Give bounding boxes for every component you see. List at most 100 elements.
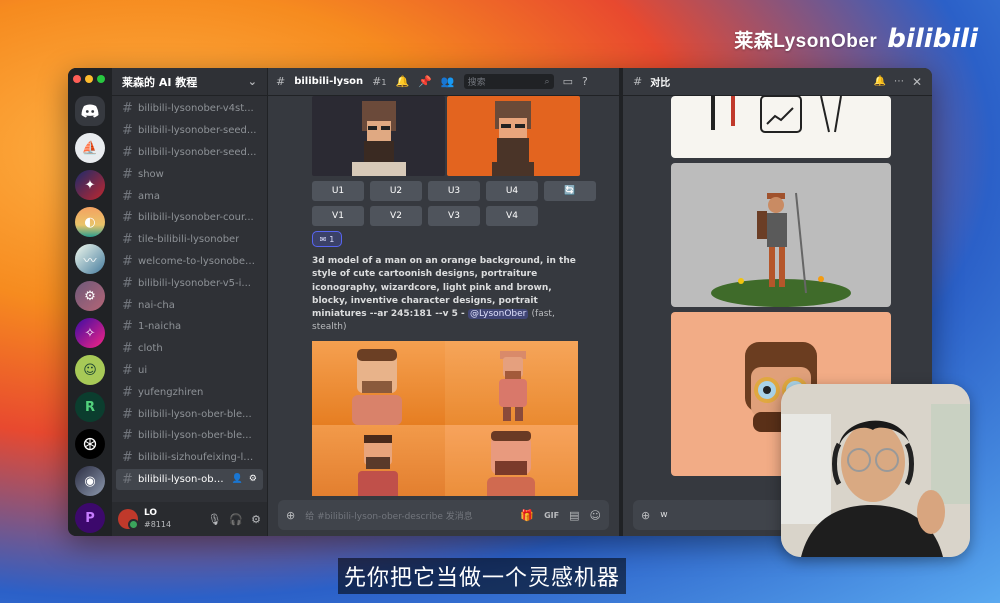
hash-icon: # <box>122 275 133 291</box>
user-mention[interactable]: @LysonOber <box>467 309 529 320</box>
ai-art-server-icon[interactable]: ✦ <box>75 170 105 200</box>
sidebar-channel[interactable]: # bilibili-lyson-ober-ble... <box>116 403 263 425</box>
frog-server-icon[interactable]: ☺ <box>75 355 105 385</box>
r-server-icon[interactable]: R <box>75 392 105 422</box>
sidebar-channel-active[interactable]: # bilibili-lyson-ober-... 👤 ⚙ <box>116 468 263 491</box>
avatar[interactable] <box>118 509 139 530</box>
variation-button[interactable]: V2 <box>370 206 422 226</box>
bell-icon[interactable]: 🔔 <box>395 75 409 88</box>
sidebar-channel[interactable]: # bilibili-lysonober-cour... <box>116 207 263 229</box>
variation-button-row: V1 V2 V3 V4 <box>312 206 619 226</box>
sidebar-channel[interactable]: # welcome-to-lysonober... <box>116 251 263 273</box>
sidebar-channel[interactable]: # ui <box>116 360 263 382</box>
channel-title: bilibili-lyson <box>294 76 364 87</box>
pixel-portrait-dark[interactable] <box>312 96 445 176</box>
search-input[interactable]: 搜索 ⌕ <box>463 74 554 89</box>
hash-icon: # <box>122 428 133 444</box>
neon-server-icon[interactable]: ✧ <box>75 318 105 348</box>
microphone-icon[interactable]: 🎙 <box>207 513 221 526</box>
gif-icon[interactable]: GIF <box>544 511 559 520</box>
channel-name: bilibili-lysonober-seed... <box>138 146 257 158</box>
sidebar-channel[interactable]: # bilibili-lysonober-v5-i... <box>116 272 263 294</box>
variation-button[interactable]: V1 <box>312 206 364 226</box>
add-member-icon[interactable]: 👤 <box>232 474 243 484</box>
sidebar-channel[interactable]: #1-naicha <box>116 316 263 338</box>
sidebar-channel[interactable]: # tile-bilibili-lysonober <box>116 229 263 251</box>
openai-server-icon[interactable] <box>75 429 105 459</box>
beach-server-icon[interactable]: ◐ <box>75 207 105 237</box>
upscale-button[interactable]: U2 <box>370 181 422 201</box>
threads-icon[interactable]: #1 <box>372 75 386 88</box>
close-icon[interactable]: ✕ <box>912 75 922 89</box>
sidebar-channel[interactable]: # bilibili-lysonober-v4st... <box>116 98 263 120</box>
hash-icon: # <box>122 232 133 248</box>
prompt-message: 3d model of a man on an orange backgroun… <box>312 255 582 335</box>
gift-icon[interactable]: 🎁 <box>520 509 534 522</box>
channel-name: welcome-to-lysonober... <box>138 255 257 267</box>
chat-header: # bilibili-lyson #1 🔔 📌 👥 搜索 ⌕ ▭ ? <box>268 68 619 96</box>
sidebar-channel[interactable]: # bilibili-lysonober-seed... <box>116 142 263 164</box>
channel-name: bilibili-lysonober-v5-i... <box>138 277 251 289</box>
channel-name: bilibili-lysonober-cour... <box>138 212 254 224</box>
reroll-icon[interactable]: 🔄 <box>544 181 596 201</box>
hash-icon: # <box>122 166 133 182</box>
ai-tag-server-icon[interactable]: ◉ <box>75 466 105 496</box>
upscale-button[interactable]: U3 <box>428 181 480 201</box>
minimize-window-button[interactable] <box>85 75 93 83</box>
guild-name: 莱森的 AI 教程 <box>122 75 198 89</box>
channel-name: bilibili-lyson-ober-ble... <box>138 430 252 442</box>
more-options-icon[interactable]: ⋯ <box>894 76 904 87</box>
result-image-1[interactable] <box>312 340 445 425</box>
previous-image-grid[interactable] <box>312 96 619 176</box>
user-info[interactable]: LO #8114 <box>144 508 201 530</box>
thread-image-illustration[interactable] <box>671 96 891 158</box>
hash-icon: # <box>122 253 133 269</box>
gear-icon[interactable]: ⚙ <box>251 513 261 526</box>
sticker-icon[interactable]: ▤ <box>569 509 579 522</box>
hash-icon: # <box>122 101 133 117</box>
hash-icon: # <box>122 210 133 226</box>
sidebar-channel[interactable]: # show <box>116 163 263 185</box>
thread-image-hiker[interactable] <box>671 163 891 307</box>
inbox-icon[interactable]: ▭ <box>563 75 573 88</box>
sidebar-channel[interactable]: # nai-cha <box>116 294 263 316</box>
sidebar-channel[interactable]: # yufengzhiren <box>116 381 263 403</box>
sidebar-channel[interactable]: # bilibili-sizhoufeixing-ly... <box>116 447 263 469</box>
variation-button[interactable]: V4 <box>486 206 538 226</box>
pixel-portrait-orange[interactable] <box>447 96 580 176</box>
mech-server-icon[interactable]: ⚙ <box>75 281 105 311</box>
sidebar-channel[interactable]: # bilibili-lyson-ober-ble... <box>116 425 263 447</box>
zoom-window-button[interactable] <box>97 75 105 83</box>
result-image-2[interactable] <box>445 340 578 425</box>
search-placeholder: 搜索 <box>467 78 486 88</box>
sidebar-channel[interactable]: # ama <box>116 185 263 207</box>
sidebar-channel[interactable]: # bilibili-lysonober-seed... <box>116 120 263 142</box>
pin-icon[interactable]: 📌 <box>418 75 432 88</box>
guild-header[interactable]: 莱森的 AI 教程 ⌄ <box>112 68 267 96</box>
add-attachment-icon[interactable]: ⊕ <box>286 509 295 522</box>
reaction-badge[interactable]: ✉ 1 <box>312 231 342 247</box>
hash-icon: # <box>122 384 133 400</box>
watermark: 莱森LysonOber bilibili <box>734 24 978 54</box>
result-image-4[interactable] <box>445 424 578 496</box>
emoji-icon[interactable]: ☺ <box>590 509 601 522</box>
help-icon[interactable]: ? <box>582 75 588 88</box>
channel-settings-icon[interactable]: ⚙ <box>249 474 257 484</box>
hash-icon: # <box>122 319 133 335</box>
message-composer[interactable]: ⊕ 给 #bilibili-lyson-ober-describe 发消息 🎁 … <box>278 500 609 530</box>
p-server-icon[interactable]: P <box>75 503 105 533</box>
sailboat-server-icon[interactable]: ⛵ <box>75 133 105 163</box>
headphones-icon[interactable]: 🎧 <box>229 513 243 526</box>
thread-add-attachment-icon[interactable]: ⊕ <box>641 509 650 522</box>
upscale-button[interactable]: U4 <box>486 181 538 201</box>
members-icon[interactable]: 👥 <box>441 75 455 88</box>
result-image-grid[interactable] <box>312 340 619 496</box>
discord-home-icon[interactable] <box>75 96 105 126</box>
result-image-3[interactable] <box>312 424 445 496</box>
sidebar-channel[interactable]: # cloth <box>116 338 263 360</box>
upscale-button[interactable]: U1 <box>312 181 364 201</box>
wave-server-icon[interactable]: 〰 <box>75 244 105 274</box>
thread-bell-icon[interactable]: 🔔 <box>873 76 885 87</box>
variation-button[interactable]: V3 <box>428 206 480 226</box>
close-window-button[interactable] <box>73 75 81 83</box>
